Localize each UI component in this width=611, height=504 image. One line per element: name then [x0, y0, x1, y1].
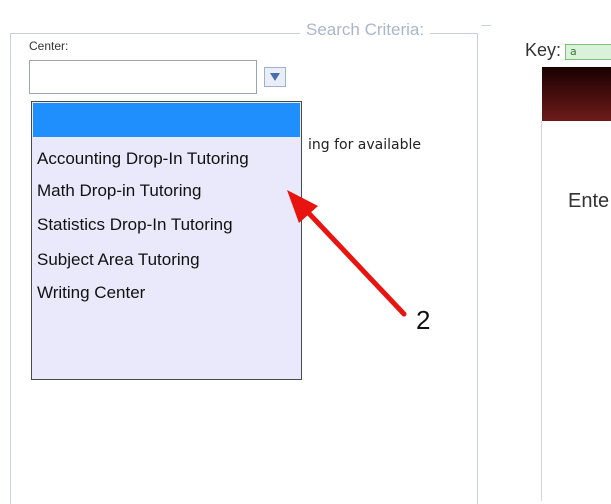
- red-arrow-icon: [287, 190, 407, 317]
- annotation-number: 2: [416, 305, 431, 335]
